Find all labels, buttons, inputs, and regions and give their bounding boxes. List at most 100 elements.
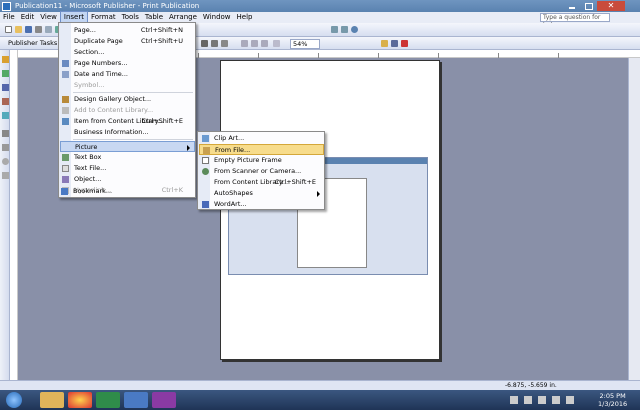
camera-icon (202, 168, 209, 175)
vertical-scrollbar[interactable] (628, 58, 640, 380)
clock-date: 1/3/2016 (598, 400, 628, 408)
select-tool-icon[interactable] (2, 56, 9, 63)
submenu-item-wordart[interactable]: WordArt... (199, 199, 324, 210)
app-taskbar-icon[interactable] (152, 392, 176, 408)
submenu-arrow-icon (317, 191, 320, 197)
picture-frame-icon (202, 157, 209, 164)
cursor-coordinates: -6.875, -5.659 in. (505, 382, 557, 389)
menu-item-page[interactable]: Page... Ctrl+Shift+N (60, 25, 195, 36)
picture-tool-icon[interactable] (2, 112, 9, 119)
text-file-icon (62, 165, 69, 172)
submenu-item-from-file[interactable]: From File... (199, 144, 324, 155)
menu-item-text-box[interactable]: Text Box (60, 152, 195, 163)
help-icon[interactable] (350, 25, 359, 34)
menu-file[interactable]: File (0, 12, 18, 23)
italic-icon[interactable] (210, 39, 219, 48)
title-bar: Publication11 - Microsoft Publisher - Pr… (0, 0, 640, 12)
chrome-icon[interactable] (68, 392, 92, 408)
page-numbers-icon (62, 60, 69, 67)
zoom-out-icon[interactable] (340, 25, 349, 34)
content-library-icon (62, 107, 69, 114)
submenu-arrow-icon (187, 145, 190, 151)
battery-icon[interactable] (552, 396, 560, 404)
align-right-icon[interactable] (260, 39, 269, 48)
vertical-ruler (10, 50, 18, 380)
publisher-tasks-button[interactable]: Publisher Tasks (4, 38, 61, 49)
menu-item-section[interactable]: Section... (60, 47, 195, 58)
submenu-item-clip-art[interactable]: Clip Art... (199, 133, 324, 144)
print-icon[interactable] (34, 25, 43, 34)
menu-item-business-info[interactable]: Business Information... (60, 127, 195, 138)
bold-icon[interactable] (200, 39, 209, 48)
file-explorer-icon[interactable] (40, 392, 64, 408)
menu-item-picture[interactable]: Picture (60, 141, 195, 152)
preview-icon[interactable] (44, 25, 53, 34)
menu-item-symbol[interactable]: Symbol... (60, 80, 195, 91)
taskbar-clock[interactable]: 2:05 PM 1/3/2016 (598, 392, 627, 408)
publisher-taskbar-icon[interactable] (96, 392, 120, 408)
table-tool-icon[interactable] (2, 84, 9, 91)
start-button[interactable] (6, 392, 22, 408)
menu-item-bookmark[interactable]: Bookmark... (59, 186, 194, 197)
paragraph-icon[interactable] (272, 39, 281, 48)
menu-separator (73, 92, 193, 93)
help-search-input[interactable]: Type a question for help (540, 13, 610, 29)
insert-menu: Page... Ctrl+Shift+N Duplicate Page Ctrl+S… (58, 22, 196, 198)
menu-help[interactable]: Help (234, 12, 256, 23)
maximize-button[interactable] (581, 1, 595, 11)
new-icon[interactable] (4, 25, 13, 34)
submenu-item-empty-frame[interactable]: Empty Picture Frame (199, 155, 324, 166)
submenu-item-autoshapes[interactable]: AutoShapes (199, 188, 324, 199)
open-icon[interactable] (14, 25, 23, 34)
submenu-item-content-library[interactable]: From Content Library... Ctrl+Shift+E (199, 177, 324, 188)
menu-edit[interactable]: Edit (18, 12, 38, 23)
text-box-icon (62, 154, 69, 161)
line-color-icon[interactable] (390, 39, 399, 48)
close-button[interactable]: ✕ (597, 1, 625, 11)
clock-time: 2:05 PM (599, 392, 626, 400)
bookmark-icon (61, 188, 68, 195)
word-taskbar-icon[interactable] (124, 392, 148, 408)
minimize-button[interactable] (565, 1, 579, 11)
wordart-tool-icon[interactable] (2, 98, 9, 105)
rectangle-tool-icon[interactable] (2, 172, 9, 179)
design-gallery-icon (62, 96, 69, 103)
menu-item-design-gallery[interactable]: Design Gallery Object... (60, 94, 195, 105)
fill-color-icon[interactable] (380, 39, 389, 48)
zoom-in-icon[interactable] (330, 25, 339, 34)
line-tool-icon[interactable] (2, 130, 9, 137)
submenu-item-scanner-camera[interactable]: From Scanner or Camera... (199, 166, 324, 177)
underline-icon[interactable] (220, 39, 229, 48)
save-icon[interactable] (24, 25, 33, 34)
picture-submenu: Clip Art... From File... Empty Picture F… (197, 131, 325, 210)
window-title: Publication11 - Microsoft Publisher - Pr… (15, 2, 200, 10)
volume-icon[interactable] (566, 396, 574, 404)
menu-item-from-content-library[interactable]: Item from Content Library... Ctrl+Shift+E (60, 116, 195, 127)
align-left-icon[interactable] (240, 39, 249, 48)
taskbar: 2:05 PM 1/3/2016 (0, 390, 640, 410)
text-box-tool-icon[interactable] (2, 70, 9, 77)
picture-file-icon (203, 147, 210, 154)
menu-separator (73, 139, 193, 140)
action-center-icon[interactable] (510, 396, 518, 404)
calendar-icon (62, 71, 69, 78)
menu-item-text-file[interactable]: Text File... (60, 163, 195, 174)
menu-view[interactable]: View (37, 12, 60, 23)
object-icon (62, 176, 69, 183)
flag-icon[interactable] (524, 396, 532, 404)
menu-item-duplicate-page[interactable]: Duplicate Page Ctrl+Shift+U (60, 36, 195, 47)
menu-item-label: Page... (74, 26, 96, 34)
zoom-select[interactable]: 54% (290, 39, 320, 49)
content-library-item-icon (62, 118, 69, 125)
menu-item-date-time[interactable]: Date and Time... (60, 69, 195, 80)
menu-item-page-numbers[interactable]: Page Numbers... (60, 58, 195, 69)
publisher-app-icon (2, 1, 11, 11)
network-icon[interactable] (538, 396, 546, 404)
menu-item-object[interactable]: Object... (60, 174, 195, 185)
align-center-icon[interactable] (250, 39, 259, 48)
menu-window[interactable]: Window (200, 12, 234, 23)
oval-tool-icon[interactable] (2, 158, 9, 165)
menu-item-add-content-library[interactable]: Add to Content Library... (60, 105, 195, 116)
font-color-icon[interactable] (400, 39, 409, 48)
arrow-tool-icon[interactable] (2, 144, 9, 151)
